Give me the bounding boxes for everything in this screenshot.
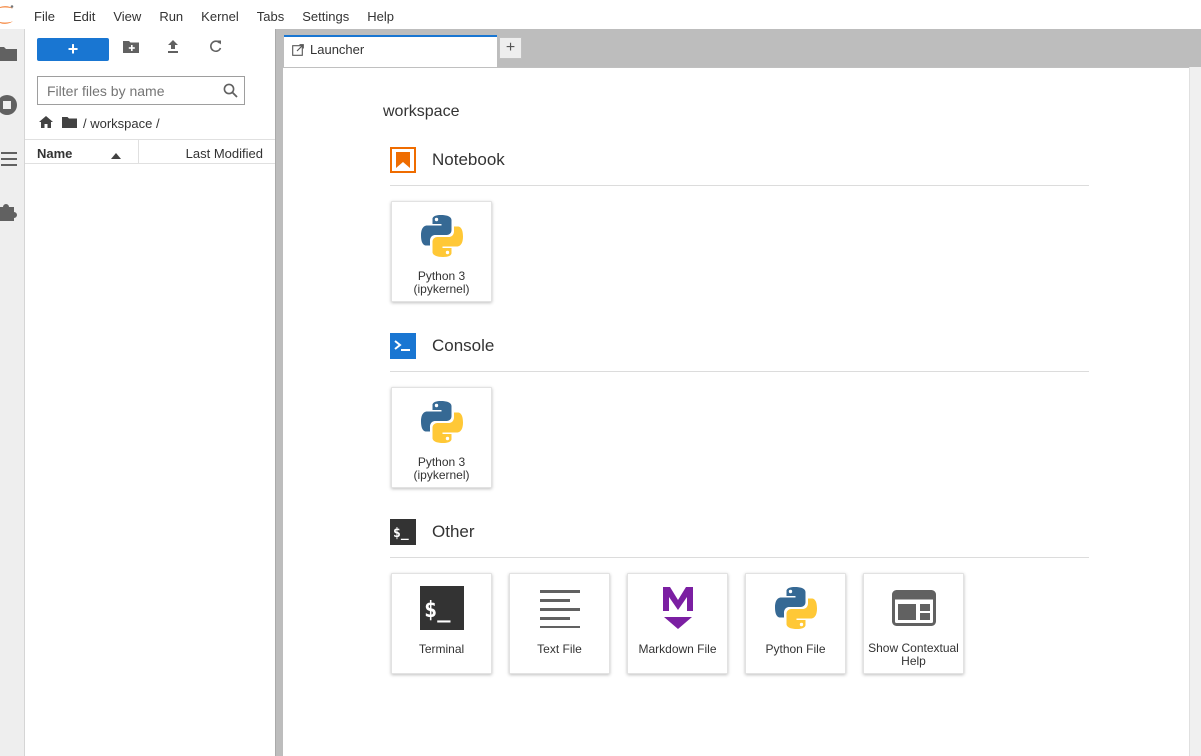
column-divider[interactable]: [138, 140, 139, 163]
console-python3-card[interactable]: Python 3 (ipykernel): [391, 387, 492, 488]
markdown-file-card[interactable]: Markdown File: [627, 573, 728, 674]
python-logo-icon: [418, 398, 466, 446]
menu-view[interactable]: View: [104, 0, 150, 29]
card-label: Terminal: [418, 642, 465, 656]
svg-text:$_: $_: [424, 598, 451, 623]
breadcrumb: / workspace /: [39, 114, 160, 132]
card-label: Python File: [765, 642, 826, 656]
card-label: Python 3 (ipykernel): [413, 269, 470, 296]
launcher-cwd: workspace: [383, 103, 460, 120]
notebook-icon: [390, 147, 416, 173]
new-folder-button[interactable]: [122, 40, 140, 58]
card-label: Markdown File: [638, 642, 717, 656]
section-title: Notebook: [432, 150, 505, 169]
menu-bar: File Edit View Run Kernel Tabs Settings …: [0, 0, 1201, 29]
left-sidebar: [0, 29, 25, 756]
home-icon[interactable]: [39, 115, 53, 131]
console-icon: [390, 333, 416, 359]
running-icon: [0, 94, 18, 121]
menu-settings[interactable]: Settings: [293, 0, 358, 29]
add-tab-button[interactable]: +: [499, 37, 522, 59]
refresh-icon: [209, 40, 222, 58]
card-label: Python 3 (ipykernel): [413, 455, 470, 482]
new-folder-icon: [123, 40, 139, 58]
refresh-button[interactable]: [206, 40, 224, 58]
python-file-card[interactable]: Python File: [745, 573, 846, 674]
extension-icon: [0, 202, 18, 227]
card-label: Text File: [537, 642, 582, 656]
sort-ascending-icon[interactable]: [111, 147, 121, 162]
text-file-card[interactable]: Text File: [509, 573, 610, 674]
section-notebook: Notebook: [390, 147, 1089, 186]
section-console: Console: [390, 333, 1089, 372]
launcher-tab-icon: [292, 43, 304, 61]
search-icon: [223, 83, 238, 103]
sidebar-tab-file-browser[interactable]: [0, 40, 25, 70]
folder-icon: [0, 44, 18, 67]
main-tab-bar: Launcher +: [283, 29, 1201, 67]
tab-launcher[interactable]: Launcher: [284, 35, 497, 67]
column-header-name[interactable]: Name: [37, 146, 72, 161]
menu-kernel[interactable]: Kernel: [192, 0, 248, 29]
file-list-header: Name Last Modified: [25, 139, 275, 164]
filter-files-input[interactable]: [38, 77, 218, 104]
text-file-icon: [536, 584, 584, 632]
panel-splitter[interactable]: [275, 29, 283, 756]
sidebar-tab-toc[interactable]: [0, 146, 25, 176]
column-header-last-modified[interactable]: Last Modified: [186, 146, 263, 161]
new-launcher-button[interactable]: +: [37, 38, 109, 61]
contextual-help-icon: [890, 584, 938, 632]
toc-icon: [0, 151, 18, 172]
breadcrumb-path[interactable]: / workspace /: [83, 116, 160, 131]
breadcrumb-folder-icon[interactable]: [62, 116, 77, 131]
terminal-icon: $_: [418, 584, 466, 632]
menu-run[interactable]: Run: [150, 0, 192, 29]
contextual-help-card[interactable]: Show Contextual Help: [863, 573, 964, 674]
section-title: Other: [432, 522, 475, 541]
markdown-icon: [654, 584, 702, 632]
launcher-scrollbar[interactable]: [1189, 67, 1201, 756]
menu-tabs[interactable]: Tabs: [248, 0, 293, 29]
tab-label: Launcher: [310, 42, 365, 57]
upload-icon: [167, 40, 179, 58]
menu-file[interactable]: File: [24, 0, 64, 29]
jupyter-logo-icon: [0, 0, 24, 29]
menu-help[interactable]: Help: [358, 0, 403, 29]
menu-edit[interactable]: Edit: [64, 0, 104, 29]
file-browser-panel: + / workspace /: [25, 29, 275, 756]
launcher-panel: workspace Notebook Python 3 (ipykernel) …: [283, 67, 1189, 756]
file-browser-toolbar: +: [25, 29, 275, 69]
filter-files-field[interactable]: [37, 76, 245, 105]
svg-text:$_: $_: [393, 526, 409, 541]
sidebar-tab-running[interactable]: [0, 92, 25, 122]
section-other: $_ Other: [390, 519, 1089, 558]
other-terminal-icon: $_: [390, 519, 416, 545]
python-logo-icon: [418, 212, 466, 260]
section-title: Console: [432, 336, 495, 355]
card-label: Show Contextual Help: [868, 641, 959, 668]
python-file-icon: [772, 584, 820, 632]
terminal-card[interactable]: $_ Terminal: [391, 573, 492, 674]
notebook-python3-card[interactable]: Python 3 (ipykernel): [391, 201, 492, 302]
sidebar-tab-extensions[interactable]: [0, 199, 25, 229]
upload-button[interactable]: [164, 40, 182, 58]
